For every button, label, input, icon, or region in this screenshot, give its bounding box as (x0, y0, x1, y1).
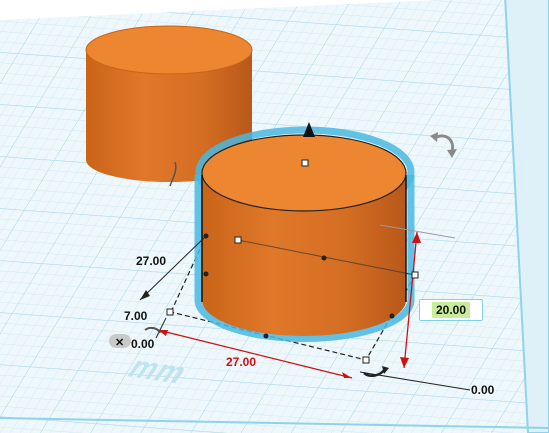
height-input[interactable] (432, 302, 470, 318)
edge-dot (321, 255, 327, 261)
height-input-box[interactable] (419, 299, 483, 321)
edge-dot (263, 333, 269, 339)
resize-handle-top[interactable] (301, 159, 309, 167)
edge-dot (389, 313, 395, 319)
resize-handle-right[interactable] (411, 271, 419, 279)
elevation-value[interactable]: 0.00 (471, 383, 494, 397)
edge-dot (203, 271, 209, 277)
resize-handle-left[interactable] (166, 308, 174, 316)
resize-handle-front-right[interactable] (362, 356, 370, 364)
ruler-x-icon: ✕ (115, 337, 125, 349)
width-value[interactable]: 27.00 (226, 355, 256, 369)
workplane-3d-view[interactable] (0, 0, 549, 433)
depth-value[interactable]: 27.00 (136, 254, 166, 268)
resize-handle-back[interactable] (234, 236, 242, 244)
x-position-value[interactable]: 0.00 (131, 337, 154, 351)
edge-dot (203, 233, 209, 239)
length-value[interactable]: 7.00 (124, 309, 147, 323)
